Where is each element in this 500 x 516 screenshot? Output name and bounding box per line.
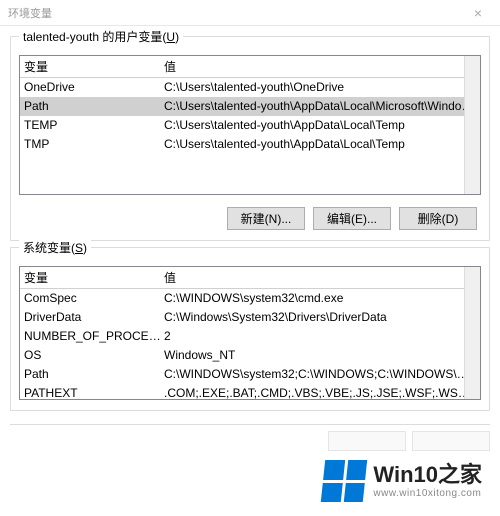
- cell-val: C:\Users\talented-youth\OneDrive: [164, 80, 476, 94]
- table-row[interactable]: TEMPC:\Users\talented-youth\AppData\Loca…: [20, 116, 480, 135]
- header-var: 变量: [24, 269, 164, 286]
- scrollbar[interactable]: [464, 267, 480, 399]
- cell-var: DriverData: [24, 310, 164, 324]
- cell-var: OneDrive: [24, 80, 164, 94]
- cell-val: C:\WINDOWS\system32;C:\WINDOWS;C:\WINDOW…: [164, 367, 476, 381]
- ghost-button[interactable]: [412, 431, 490, 451]
- user-variables-label: talented-youth 的用户变量(U): [19, 28, 183, 45]
- table-row[interactable]: ComSpecC:\WINDOWS\system32\cmd.exe: [20, 289, 480, 308]
- table-row[interactable]: OSWindows_NT: [20, 346, 480, 365]
- cell-val: C:\Users\talented-youth\AppData\Local\Te…: [164, 137, 476, 151]
- window-title: 环境变量: [8, 5, 52, 21]
- table-row[interactable]: PathC:\Users\talented-youth\AppData\Loca…: [20, 97, 480, 116]
- cell-val: .COM;.EXE;.BAT;.CMD;.VBS;.VBE;.JS;.JSE;.…: [164, 386, 476, 400]
- table-header: 变量 值: [20, 267, 480, 289]
- cell-var: TEMP: [24, 118, 164, 132]
- delete-button[interactable]: 删除(D): [399, 207, 477, 230]
- user-variables-group: talented-youth 的用户变量(U) 变量 值 OneDriveC:\…: [10, 36, 490, 241]
- new-button[interactable]: 新建(N)...: [227, 207, 305, 230]
- watermark-title: Win10之家: [373, 463, 482, 487]
- cell-val: 2: [164, 329, 476, 343]
- cell-val: C:\WINDOWS\system32\cmd.exe: [164, 291, 476, 305]
- user-variables-table[interactable]: 变量 值 OneDriveC:\Users\talented-youth\One…: [19, 55, 481, 195]
- table-header: 变量 值: [20, 56, 480, 78]
- table-row[interactable]: PATHEXT.COM;.EXE;.BAT;.CMD;.VBS;.VBE;.JS…: [20, 384, 480, 400]
- edit-button[interactable]: 编辑(E)...: [313, 207, 391, 230]
- table-row[interactable]: OneDriveC:\Users\talented-youth\OneDrive: [20, 78, 480, 97]
- dialog-bottom-bar: [10, 424, 490, 452]
- watermark: Win10之家 www.win10xitong.com: [317, 456, 488, 506]
- titlebar: 环境变量 ×: [0, 0, 500, 26]
- table-row[interactable]: TMPC:\Users\talented-youth\AppData\Local…: [20, 135, 480, 154]
- cell-var: Path: [24, 367, 164, 381]
- header-var: 变量: [24, 58, 164, 75]
- cell-val: Windows_NT: [164, 348, 476, 362]
- cell-var: PATHEXT: [24, 386, 164, 400]
- system-variables-label: 系统变量(S): [19, 239, 91, 256]
- system-variables-group: 系统变量(S) 变量 值 ComSpecC:\WINDOWS\system32\…: [10, 247, 490, 411]
- cell-var: TMP: [24, 137, 164, 151]
- cell-val: C:\Windows\System32\Drivers\DriverData: [164, 310, 476, 324]
- header-val: 值: [164, 269, 476, 286]
- system-variables-table[interactable]: 变量 值 ComSpecC:\WINDOWS\system32\cmd.exeD…: [19, 266, 481, 400]
- cell-var: ComSpec: [24, 291, 164, 305]
- table-row[interactable]: NUMBER_OF_PROCESSORS2: [20, 327, 480, 346]
- table-row[interactable]: PathC:\WINDOWS\system32;C:\WINDOWS;C:\WI…: [20, 365, 480, 384]
- cell-var: OS: [24, 348, 164, 362]
- header-val: 值: [164, 58, 476, 75]
- cell-var: NUMBER_OF_PROCESSORS: [24, 329, 164, 343]
- windows-logo-icon: [321, 460, 367, 502]
- cell-val: C:\Users\talented-youth\AppData\Local\Te…: [164, 118, 476, 132]
- ghost-button[interactable]: [328, 431, 406, 451]
- cell-val: C:\Users\talented-youth\AppData\Local\Mi…: [164, 99, 476, 113]
- watermark-url: www.win10xitong.com: [373, 488, 482, 499]
- close-icon[interactable]: ×: [460, 5, 496, 21]
- table-row[interactable]: DriverDataC:\Windows\System32\Drivers\Dr…: [20, 308, 480, 327]
- scrollbar[interactable]: [464, 56, 480, 194]
- cell-var: Path: [24, 99, 164, 113]
